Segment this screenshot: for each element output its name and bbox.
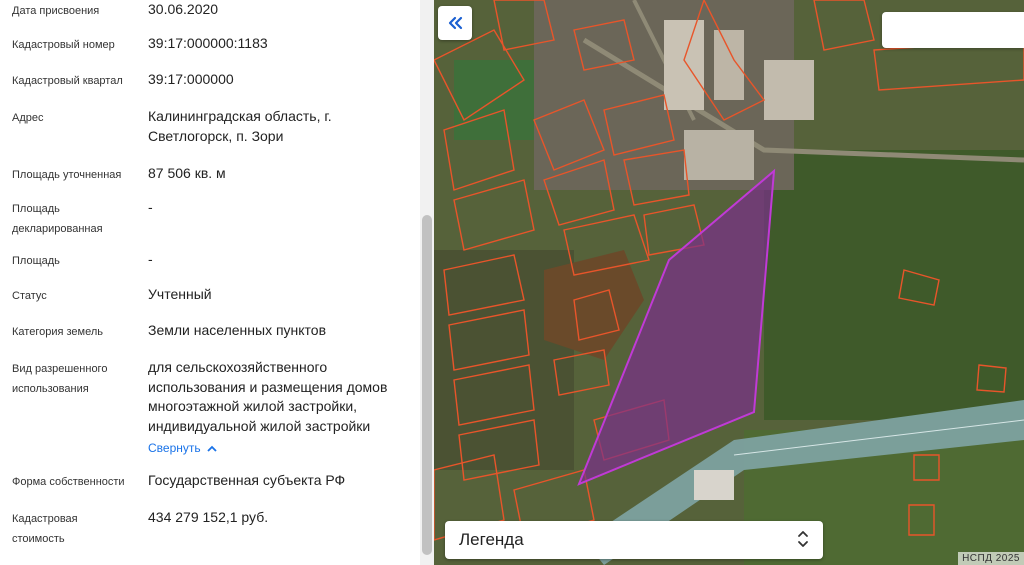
map-attribution: НСПД 2025 xyxy=(958,552,1024,565)
field-value-address: Калининградская область, г. Светлогорск,… xyxy=(148,108,332,144)
field-label-ownership: Форма собственности xyxy=(12,476,125,488)
field-label-area-specified: Площадь уточненная xyxy=(12,169,122,181)
field-label-land-category: Категория земель xyxy=(12,326,103,338)
field-label-cadastral-quarter: Кадастровый квартал xyxy=(12,75,123,87)
field-label-cadastral-number: Кадастровый номер xyxy=(12,39,115,51)
legend-label: Легенда xyxy=(459,530,524,549)
info-panel: Дата присвоения 30.06.2020 Кадастровый н… xyxy=(0,0,420,565)
double-chevron-left-icon xyxy=(447,16,463,30)
up-down-chevron-icon xyxy=(797,527,809,556)
field-label-area-declared: Площадь декларированная xyxy=(12,203,103,235)
field-value-area: - xyxy=(148,251,153,267)
field-label-area: Площадь xyxy=(12,255,60,267)
field-value-cadastral-quarter: 39:17:000000 xyxy=(148,71,234,87)
field-label-date: Дата присвоения xyxy=(12,5,100,17)
field-value-date: 30.06.2020 xyxy=(148,1,219,17)
field-value-cadastral-value: 434 279 152,1 руб. xyxy=(148,509,269,525)
panel-scrollbar-thumb[interactable] xyxy=(422,215,432,555)
field-value-land-category: Земли населенных пунктов xyxy=(148,322,327,338)
field-label-status: Статус xyxy=(12,290,47,302)
field-value-area-declared: - xyxy=(148,199,153,215)
field-value-permitted-use: для сельскохозяйственного использования … xyxy=(148,359,388,434)
field-value-status: Учтенный xyxy=(148,286,212,302)
collapse-panel-button[interactable] xyxy=(438,6,472,40)
map-canvas[interactable] xyxy=(434,0,1024,565)
map-search-input[interactable] xyxy=(882,12,1024,48)
map-view[interactable] xyxy=(434,0,1024,565)
field-label-permitted-use: Вид разрешенного использования xyxy=(12,363,108,395)
chevron-up-icon xyxy=(207,439,217,457)
collapse-link-label: Свернуть xyxy=(148,441,201,455)
field-label-cadastral-value: Кадастровая стоимость xyxy=(12,513,78,545)
field-label-address: Адрес xyxy=(12,112,44,124)
legend-dropdown[interactable]: Легенда xyxy=(445,521,823,559)
field-value-area-specified: 87 506 кв. м xyxy=(148,165,226,181)
field-value-ownership: Государственная субъекта РФ xyxy=(148,472,346,488)
field-value-cadastral-number: 39:17:000000:1183 xyxy=(148,35,268,51)
collapse-link[interactable]: Свернуть xyxy=(148,439,217,457)
